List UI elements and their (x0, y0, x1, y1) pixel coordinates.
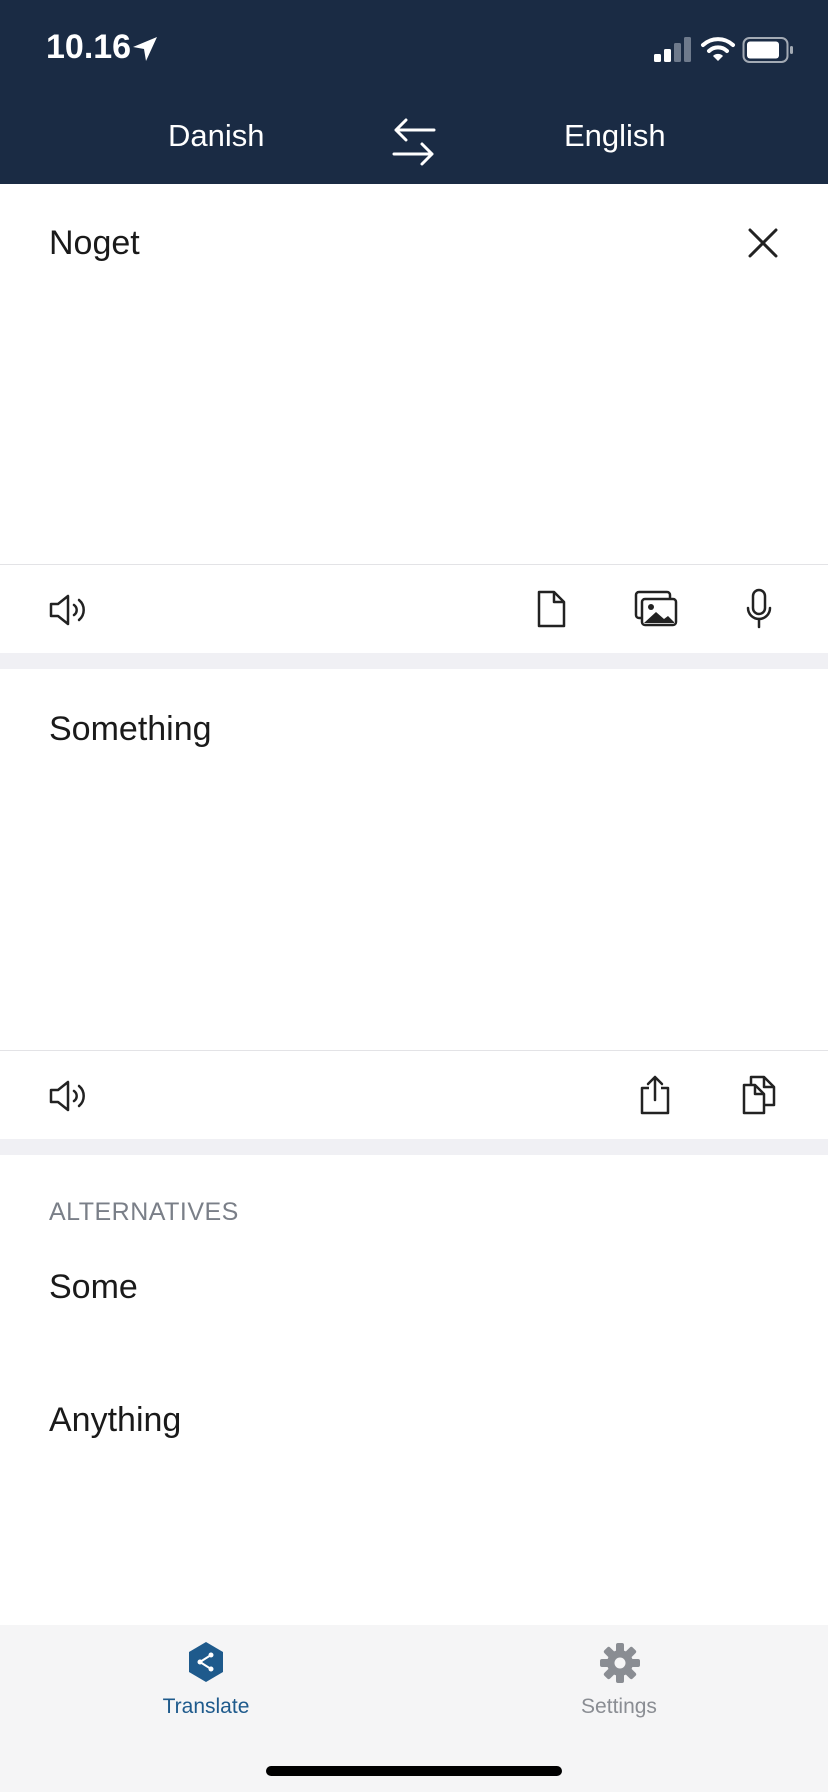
source-text-input[interactable]: Noget (49, 224, 140, 263)
alternative-item[interactable]: Some (49, 1268, 138, 1307)
top-header: 10.16 Danish English (0, 0, 828, 184)
microphone-icon[interactable] (744, 588, 774, 630)
divider (0, 564, 828, 565)
clear-input-icon[interactable] (742, 222, 784, 264)
source-language-selector[interactable]: Danish (168, 118, 265, 154)
copy-icon[interactable] (740, 1074, 778, 1116)
home-indicator (266, 1766, 562, 1776)
alternatives-heading: ALTERNATIVES (49, 1198, 239, 1226)
divider (0, 1050, 828, 1051)
translation-output: Something (49, 710, 212, 748)
wifi-icon (701, 37, 735, 61)
speaker-source-icon[interactable] (48, 592, 88, 628)
tab-translate-label: Translate (162, 1695, 250, 1718)
section-separator (0, 1139, 828, 1155)
status-time: 10.16 (46, 28, 132, 66)
location-arrow-icon (133, 37, 157, 61)
cellular-signal-icon (654, 37, 691, 62)
document-icon[interactable] (534, 589, 568, 629)
speaker-target-icon[interactable] (48, 1078, 88, 1114)
tab-settings[interactable]: Settings (519, 1625, 719, 1735)
swap-languages-icon[interactable] (390, 116, 438, 168)
image-icon[interactable] (634, 590, 678, 628)
section-separator (0, 653, 828, 669)
alternative-item[interactable]: Anything (49, 1401, 181, 1440)
battery-icon (742, 37, 793, 63)
tab-settings-label: Settings (581, 1695, 657, 1718)
share-icon[interactable] (638, 1074, 672, 1116)
gear-icon (600, 1643, 640, 1683)
tab-translate[interactable]: Translate (106, 1625, 306, 1735)
translate-logo-icon (189, 1642, 223, 1682)
target-language-selector[interactable]: English (564, 118, 666, 154)
